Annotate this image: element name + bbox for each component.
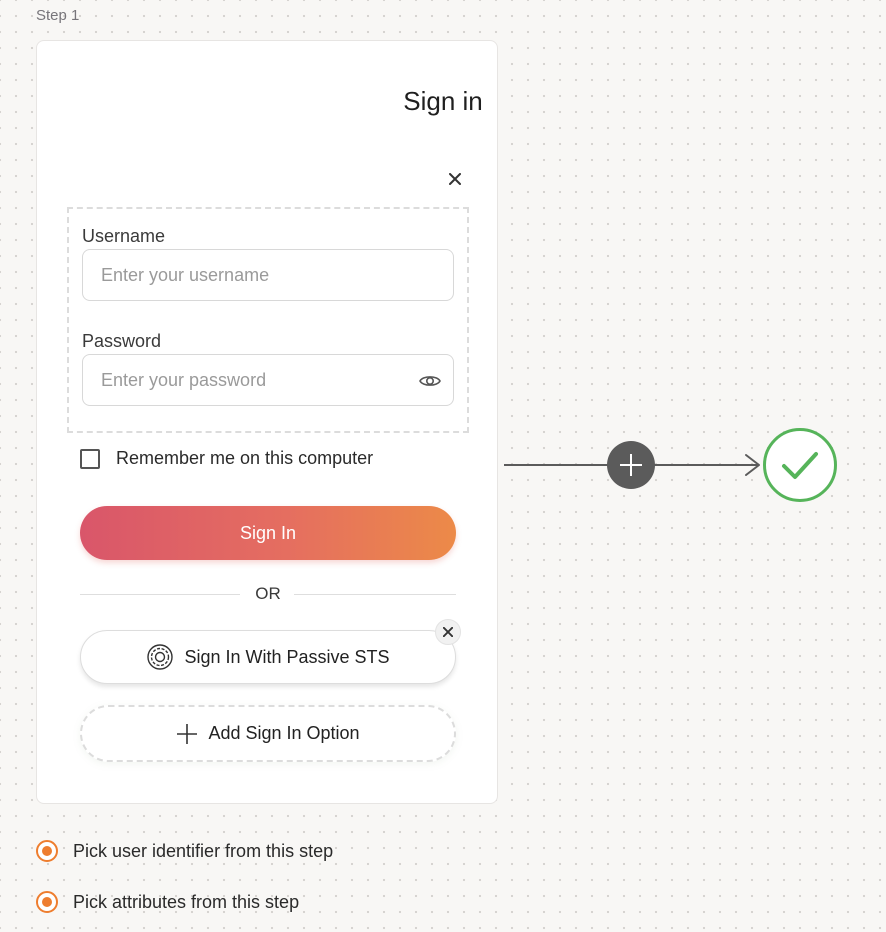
divider-line-right [294,594,456,595]
remove-passive-sts-button[interactable] [435,619,461,645]
passive-sts-button[interactable]: Sign In With Passive STS [80,630,456,684]
pick-attributes-label: Pick attributes from this step [73,891,300,912]
pick-attributes-option[interactable]: Pick attributes from this step [36,891,299,913]
username-input[interactable] [83,250,453,300]
eye-icon [419,376,441,386]
close-icon [443,627,453,637]
radio-selected[interactable] [36,840,58,862]
gear-icon [147,644,174,670]
pick-user-identifier-label: Pick user identifier from this step [73,840,334,861]
sign-in-button[interactable]: Sign In [80,506,456,560]
password-field-wrapper [82,354,454,406]
radio-selected[interactable] [36,891,58,913]
username-label: Username [82,226,166,246]
radio-dot [42,897,52,907]
radio-dot [42,846,52,856]
add-sign-in-option-label: Add Sign In Option [208,723,360,743]
password-input[interactable] [83,355,453,405]
add-sign-in-option-button[interactable]: Add Sign In Option [80,705,456,762]
password-label: Password [82,331,162,351]
card-title: Sign in [403,86,483,116]
passive-sts-label: Sign In With Passive STS [184,646,390,667]
add-step-button[interactable] [607,441,655,489]
or-divider: OR [80,584,456,606]
check-icon [782,452,818,479]
pick-user-identifier-option[interactable]: Pick user identifier from this step [36,840,333,862]
remember-me-checkbox[interactable] [80,448,100,469]
username-field-wrapper [82,249,454,301]
step-label: Step 1 [36,7,80,24]
remember-me-row: Remember me on this computer [80,448,373,469]
plus-icon [620,454,642,476]
plus-icon [177,723,198,744]
close-icon [449,173,461,185]
success-node [763,428,837,502]
remove-identifier-button[interactable] [444,168,466,190]
show-password-toggle[interactable] [417,368,443,394]
remember-me-label: Remember me on this computer [116,448,374,468]
